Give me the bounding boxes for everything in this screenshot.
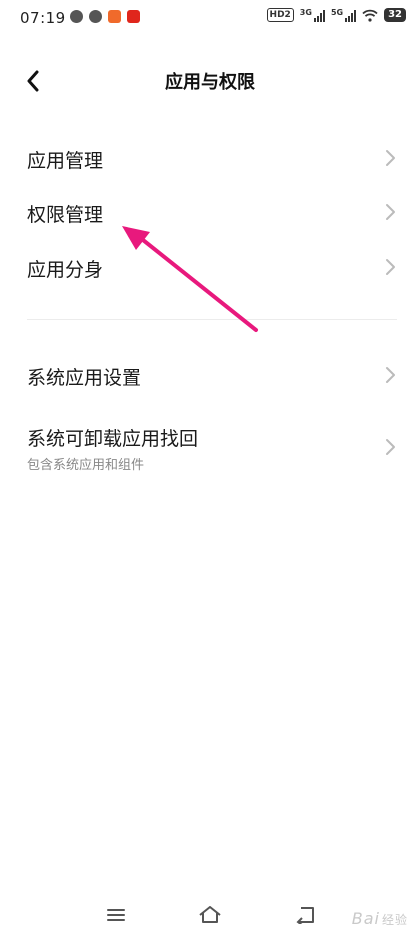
app-notification-icon bbox=[70, 10, 83, 23]
watermark-sub: 经验 bbox=[381, 913, 408, 927]
settings-screen: 07:19 HD2 3G 5G 32 应用与权限 应用管理 权限管理 应用分身 … bbox=[0, 0, 420, 940]
compass-icon bbox=[89, 10, 102, 23]
menu-item-subtitle: 包含系统应用和组件 bbox=[27, 458, 145, 473]
signal-5g-icon: 5G bbox=[330, 8, 357, 22]
menu-item-restore-system-apps[interactable]: 系统可卸载应用找回 包含系统应用和组件 bbox=[0, 412, 420, 478]
chevron-right-icon bbox=[386, 259, 395, 275]
app-notification-icon bbox=[108, 10, 121, 23]
menu-item-app-management[interactable]: 应用管理 bbox=[0, 131, 420, 185]
baidu-watermark: Bai 经验 bbox=[352, 909, 408, 928]
hamburger-icon bbox=[107, 909, 125, 921]
menu-nav-button[interactable] bbox=[101, 902, 131, 928]
system-status-icons: HD2 3G 5G 32 bbox=[266, 8, 406, 22]
menu-item-label: 系统应用设置 bbox=[27, 367, 142, 389]
menu-item-label: 系统可卸载应用找回 bbox=[27, 428, 199, 450]
chevron-right-icon bbox=[386, 150, 395, 166]
section-divider bbox=[27, 319, 397, 320]
battery-icon: 32 bbox=[384, 8, 406, 22]
chevron-right-icon bbox=[386, 439, 395, 455]
menu-item-label: 应用管理 bbox=[27, 150, 104, 172]
menu-item-system-app-settings[interactable]: 系统应用设置 bbox=[0, 348, 420, 402]
signal-3g-icon: 3G bbox=[300, 8, 325, 22]
chevron-right-icon bbox=[386, 204, 395, 220]
wifi-icon bbox=[362, 9, 378, 22]
watermark-text: Bai bbox=[351, 909, 380, 928]
menu-item-label: 应用分身 bbox=[27, 259, 104, 281]
menu-item-app-clone[interactable]: 应用分身 bbox=[0, 240, 420, 294]
status-bar: 07:19 HD2 3G 5G 32 bbox=[0, 0, 420, 36]
signal-3g-label: 3G bbox=[299, 8, 312, 17]
notification-icons bbox=[70, 10, 140, 23]
chevron-right-icon bbox=[386, 367, 395, 383]
status-time: 07:19 bbox=[20, 9, 66, 27]
navigation-bar: Bai 经验 bbox=[0, 894, 420, 940]
app-notification-icon bbox=[127, 10, 140, 23]
menu-item-permission-management[interactable]: 权限管理 bbox=[0, 185, 420, 239]
menu-item-label: 权限管理 bbox=[27, 204, 104, 226]
home-icon bbox=[199, 906, 221, 923]
return-icon bbox=[296, 907, 314, 924]
back-nav-button[interactable] bbox=[291, 902, 321, 928]
page-title: 应用与权限 bbox=[165, 72, 255, 93]
hd-voice-icon: HD2 bbox=[266, 8, 294, 22]
signal-5g-label: 5G bbox=[330, 8, 344, 17]
home-nav-button[interactable] bbox=[195, 902, 225, 928]
